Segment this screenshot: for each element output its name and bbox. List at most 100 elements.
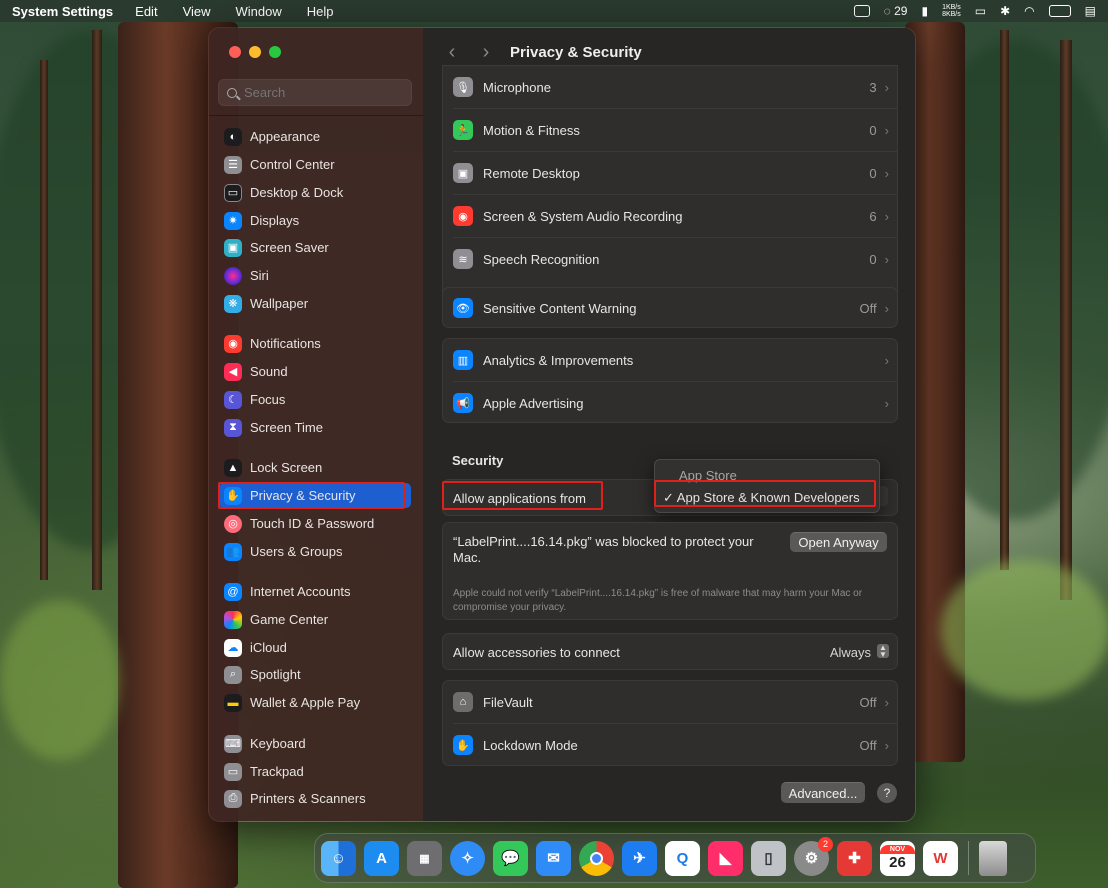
search-input[interactable] bbox=[244, 85, 394, 100]
sidebar-item-wallet[interactable]: ▬ Wallet & Apple Pay bbox=[219, 690, 411, 715]
quickq-icon[interactable]: Q bbox=[665, 840, 700, 876]
analytics-row[interactable]: ▥ Analytics & Improvements › bbox=[443, 339, 899, 381]
privacy-row-speech-recognition[interactable]: ≋ Speech Recognition 0 › bbox=[443, 238, 899, 280]
apple-advertising-row[interactable]: 📢 Apple Advertising › bbox=[443, 382, 899, 424]
notification-center-status[interactable]: ◌ 29 bbox=[884, 4, 908, 18]
sidebar-item-label: Users & Groups bbox=[250, 544, 343, 559]
simulator-icon[interactable]: ▯ bbox=[751, 840, 786, 876]
sidebar-item-lock-screen[interactable]: ▲ Lock Screen bbox=[219, 455, 411, 480]
messages-icon[interactable]: 💬 bbox=[493, 840, 528, 876]
row-label: Allow accessories to connect bbox=[453, 644, 620, 660]
bluetooth-icon[interactable]: ✱ bbox=[1000, 4, 1010, 18]
advertising-icon: 📢 bbox=[453, 393, 473, 413]
menu-option-app-store[interactable]: App Store bbox=[679, 468, 737, 483]
app-store-icon[interactable]: A bbox=[364, 840, 399, 876]
finder-icon[interactable]: ☺ bbox=[321, 840, 356, 876]
sidebar-item-screen-saver[interactable]: ▣ Screen Saver bbox=[219, 235, 411, 260]
sidebar-item-internet-accounts[interactable]: @ Internet Accounts bbox=[219, 579, 411, 604]
sidebar-item-trackpad[interactable]: ▭ Trackpad bbox=[219, 759, 411, 784]
lockdown-mode-row[interactable]: ✋ Lockdown Mode Off › bbox=[443, 724, 899, 766]
mail-icon[interactable]: ✉ bbox=[536, 840, 571, 876]
spotlight-icon: ⌕ bbox=[224, 665, 242, 684]
sidebar-item-label: Sound bbox=[250, 364, 288, 379]
control-center-menu-icon[interactable]: ▤ bbox=[1085, 4, 1096, 18]
chevron-right-icon: › bbox=[884, 122, 889, 138]
sidebar-item-printers[interactable]: ⎙ Printers & Scanners bbox=[219, 786, 411, 811]
trackpad-icon: ▭ bbox=[224, 762, 242, 781]
menu-help[interactable]: Help bbox=[307, 4, 334, 19]
forward-button[interactable]: › bbox=[475, 41, 497, 63]
klack-icon[interactable]: ◣ bbox=[708, 840, 743, 876]
menu-view[interactable]: View bbox=[183, 4, 211, 19]
internet-accounts-icon: @ bbox=[224, 582, 242, 601]
motion-fitness-icon: 🏃 bbox=[453, 120, 473, 140]
privacy-row-screen-recording[interactable]: ◉ Screen & System Audio Recording 6 › bbox=[443, 195, 899, 237]
chrome-icon[interactable] bbox=[579, 840, 614, 876]
privacy-row-microphone[interactable]: 🎙 Microphone 3 › bbox=[443, 66, 899, 108]
advanced-button[interactable]: Advanced... bbox=[781, 782, 865, 803]
calendar-icon[interactable]: NOV 26 bbox=[880, 840, 915, 876]
sensitive-content-group: 👁 Sensitive Content Warning Off › bbox=[442, 287, 898, 328]
sidebar-item-notifications[interactable]: ◉ Notifications bbox=[219, 331, 411, 356]
allow-applications-menu: App Store ✓ App Store & Known Developers bbox=[654, 459, 880, 513]
close-button[interactable] bbox=[229, 46, 241, 58]
sidebar-item-icloud[interactable]: ☁ iCloud bbox=[219, 635, 411, 660]
xmind-icon[interactable]: ✚ bbox=[837, 840, 872, 876]
notifications-icon: ◉ bbox=[224, 334, 242, 353]
system-settings-icon[interactable]: ⚙ 2 bbox=[794, 836, 833, 876]
screen-icon[interactable] bbox=[853, 5, 870, 17]
row-label: Microphone bbox=[483, 79, 551, 95]
accessories-popup[interactable]: Always ▲ ▼ bbox=[830, 644, 889, 660]
sidebar-item-spotlight[interactable]: ⌕ Spotlight bbox=[219, 662, 411, 687]
sidebar-item-keyboard[interactable]: ⌨ Keyboard bbox=[219, 731, 411, 756]
lockdown-hand-icon: ✋ bbox=[453, 735, 473, 755]
sidebar-item-displays[interactable]: ✷ Displays bbox=[219, 208, 411, 233]
help-button[interactable]: ? bbox=[877, 783, 897, 803]
privacy-row-remote-desktop[interactable]: ▣ Remote Desktop 0 › bbox=[443, 152, 899, 194]
sidebar-item-touch-id[interactable]: ◎ Touch ID & Password bbox=[219, 511, 411, 536]
wps-office-icon[interactable]: W bbox=[923, 840, 958, 876]
battery-icon[interactable] bbox=[1048, 5, 1071, 17]
accessories-group: Allow accessories to connect Always ▲ ▼ bbox=[442, 633, 898, 670]
back-button[interactable]: ‹ bbox=[441, 41, 463, 63]
sidebar-item-siri[interactable]: Siri bbox=[219, 263, 411, 288]
open-anyway-button[interactable]: Open Anyway bbox=[790, 532, 887, 552]
search-field[interactable] bbox=[218, 79, 412, 106]
display-icon[interactable]: ▭ bbox=[975, 4, 986, 18]
sidebar-item-appearance[interactable]: ◐ Appearance bbox=[219, 124, 411, 149]
testflight-icon[interactable]: ✈ bbox=[622, 840, 657, 876]
minimize-button[interactable] bbox=[249, 46, 261, 58]
screen-saver-icon: ▣ bbox=[224, 238, 242, 257]
notification-count: 29 bbox=[894, 4, 908, 18]
row-label: Motion & Fitness bbox=[483, 122, 580, 138]
sidebar-item-game-center[interactable]: Game Center bbox=[219, 607, 411, 632]
menu-window[interactable]: Window bbox=[236, 4, 282, 19]
chrome-center bbox=[590, 851, 603, 865]
stepper-icon: ▲ ▼ bbox=[877, 644, 889, 659]
sidebar-item-wallpaper[interactable]: ❋ Wallpaper bbox=[219, 291, 411, 316]
sidebar-item-focus[interactable]: ☾ Focus bbox=[219, 387, 411, 412]
launchpad-icon[interactable]: ▦ bbox=[407, 840, 442, 876]
row-value: 0 bbox=[869, 165, 877, 181]
sidebar-item-sound[interactable]: ◀ Sound bbox=[219, 359, 411, 384]
menu-option-app-store-known-developers[interactable]: ✓ App Store & Known Developers bbox=[663, 490, 860, 506]
sidebar-item-screen-time[interactable]: ⧗ Screen Time bbox=[219, 415, 411, 440]
safari-icon[interactable]: ✧ bbox=[450, 840, 485, 876]
menu-app-name[interactable]: System Settings bbox=[12, 4, 113, 19]
sensitive-content-row[interactable]: 👁 Sensitive Content Warning Off › bbox=[443, 288, 899, 328]
trash-icon[interactable] bbox=[979, 840, 1007, 876]
sidebar-item-desktop-dock[interactable]: ▭ Desktop & Dock bbox=[219, 180, 411, 205]
wifi-icon[interactable]: ◠ bbox=[1024, 4, 1034, 18]
analytics-group: ▥ Analytics & Improvements › 📢 Apple Adv… bbox=[442, 338, 898, 423]
sidebar-item-users-groups[interactable]: 👥 Users & Groups bbox=[219, 539, 411, 564]
filevault-row[interactable]: ⌂ FileVault Off › bbox=[443, 681, 899, 723]
menu-edit[interactable]: Edit bbox=[135, 4, 157, 19]
sidebar-item-privacy-security[interactable]: ✋ Privacy & Security bbox=[219, 483, 411, 508]
sidebar-item-control-center[interactable]: ☰ Control Center bbox=[219, 152, 411, 177]
sensitive-content-icon: 👁 bbox=[453, 298, 473, 318]
privacy-row-motion-fitness[interactable]: 🏃 Motion & Fitness 0 › bbox=[443, 109, 899, 151]
page-title: Privacy & Security bbox=[510, 44, 642, 61]
zoom-button[interactable] bbox=[269, 46, 281, 58]
network-speed[interactable]: 1KB/s 8KB/s bbox=[942, 4, 961, 18]
clipboard-icon[interactable]: ▮ bbox=[921, 4, 928, 18]
